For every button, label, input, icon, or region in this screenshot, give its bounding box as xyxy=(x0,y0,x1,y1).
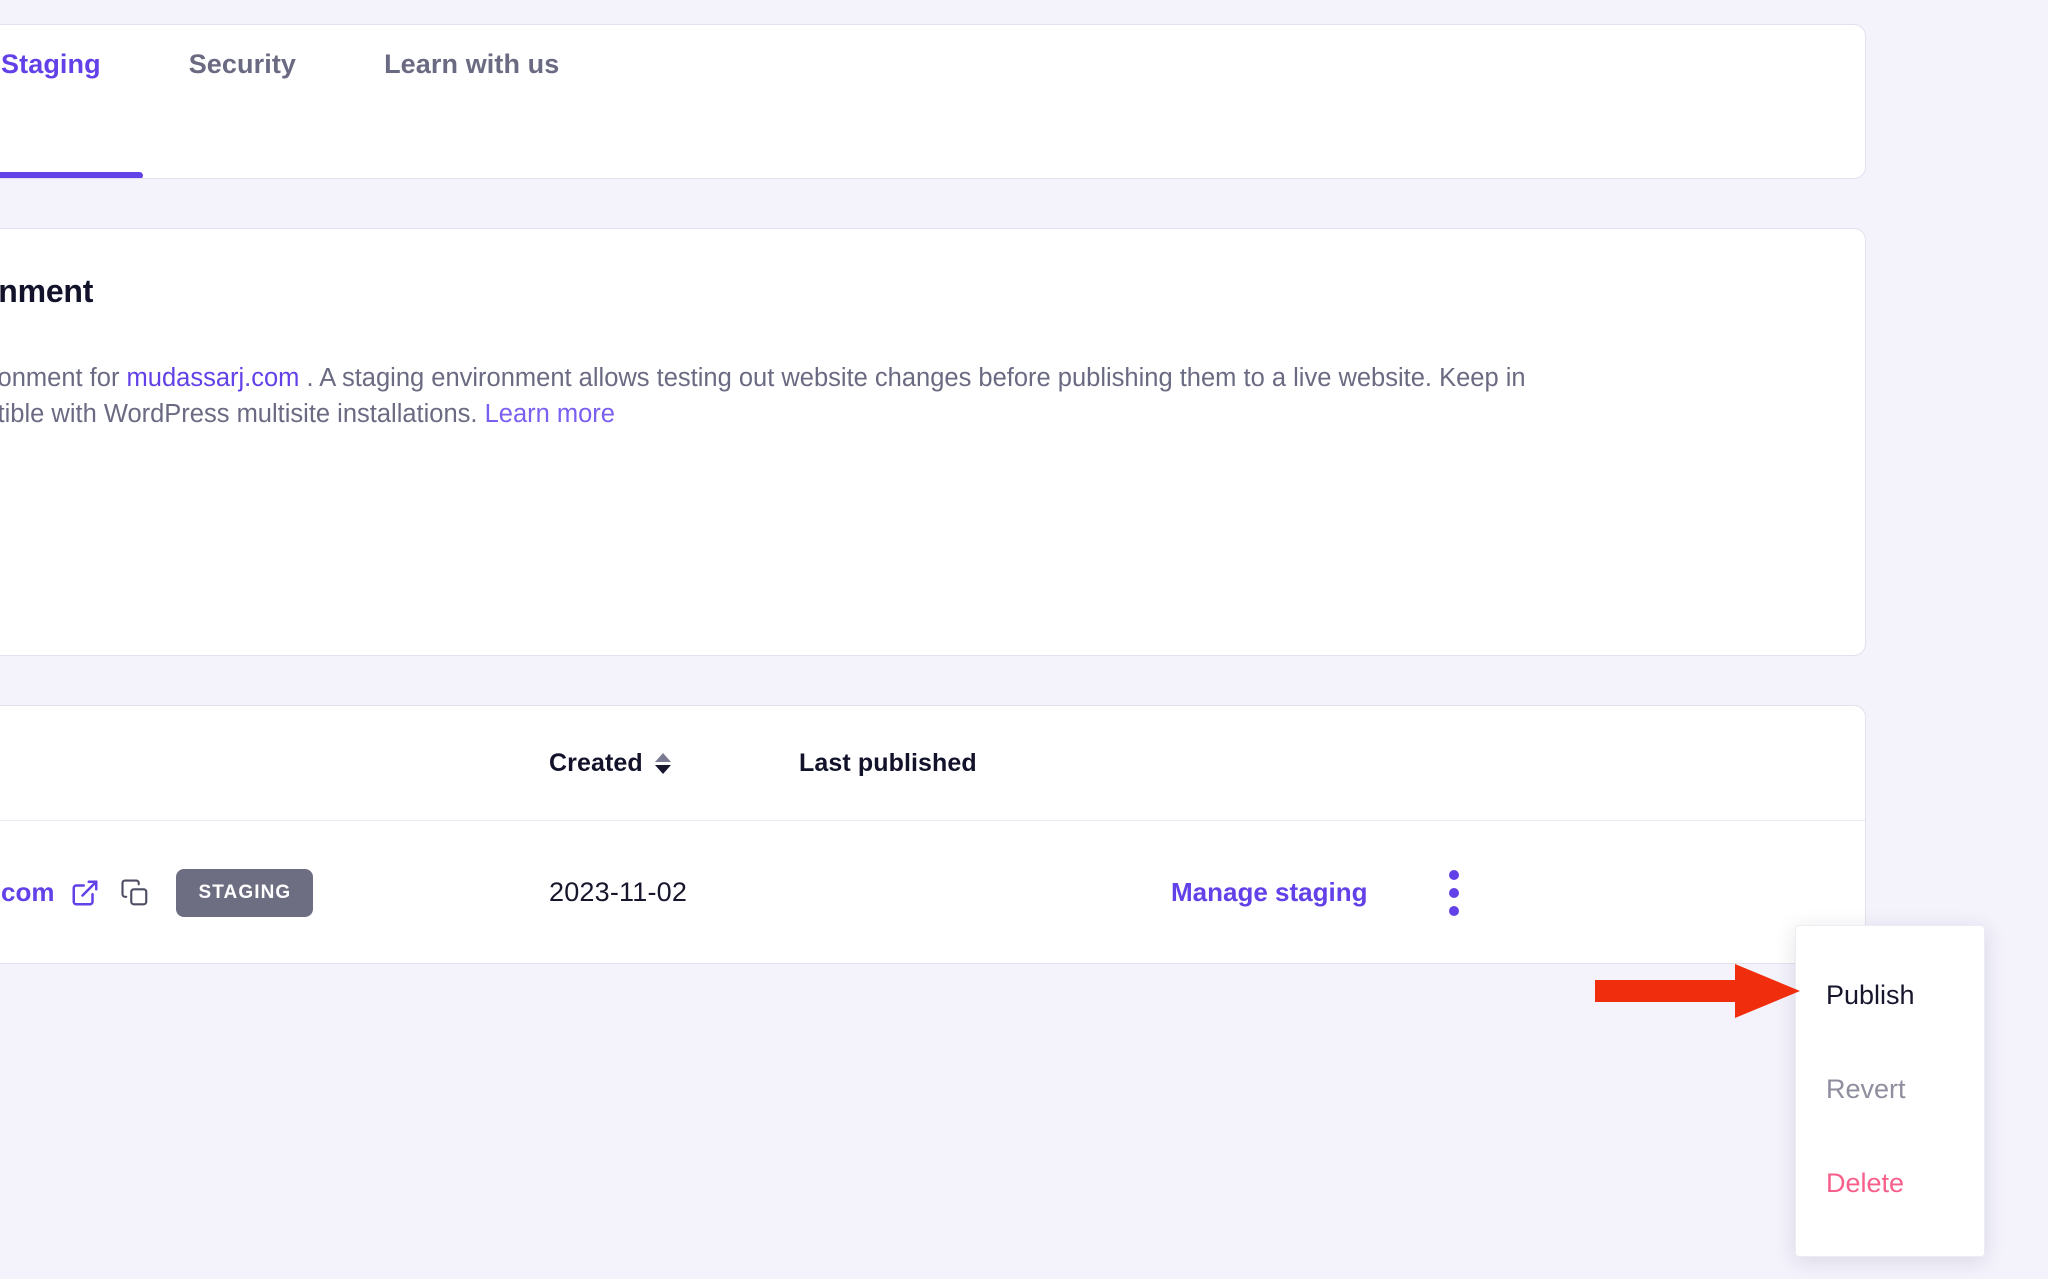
table-header-row: Created Last published xyxy=(0,706,1865,821)
table-row: com STAGING 2023-11-02 Manage staging xyxy=(0,821,1865,963)
tab-security[interactable]: Security xyxy=(188,25,297,178)
external-link-icon[interactable] xyxy=(70,878,100,908)
tab-learn-with-us[interactable]: Learn with us xyxy=(384,25,560,178)
staging-page: Staging Security Learn with us nvironmen… xyxy=(0,0,2048,1279)
table-cell-manage: Manage staging xyxy=(1171,821,1367,963)
environments-table-card: Created Last published com STAGING 2023-… xyxy=(0,705,1866,964)
menu-item-delete[interactable]: Delete xyxy=(1796,1136,1984,1230)
table-header-created-label: Created xyxy=(549,748,643,777)
menu-item-revert[interactable]: Revert xyxy=(1796,1042,1984,1136)
page-title: nvironment xyxy=(0,273,94,309)
annotation-arrow-icon xyxy=(1595,964,1800,1018)
tabs-card: Staging Security Learn with us xyxy=(0,24,1866,179)
menu-item-publish[interactable]: Publish xyxy=(1796,948,1984,1042)
status-badge: STAGING xyxy=(176,868,314,917)
learn-more-link[interactable]: Learn more xyxy=(485,400,615,428)
staging-environment-card: nvironment g environment for mudassarj.c… xyxy=(0,228,1866,656)
tab-learn-with-us-label: Learn with us xyxy=(384,48,560,79)
table-cell-actions xyxy=(1443,821,1465,963)
description-text-before: g environment for xyxy=(0,364,120,392)
table-cell-created: 2023-11-02 xyxy=(549,877,688,907)
kebab-menu-icon[interactable] xyxy=(1443,864,1465,922)
table-header-last-published: Last published xyxy=(799,748,977,777)
sort-updown-icon[interactable] xyxy=(654,752,671,774)
table-header-created[interactable]: Created xyxy=(549,706,671,820)
row-actions-dropdown: Publish Revert Delete xyxy=(1795,925,1985,1257)
table-cell-site: com STAGING xyxy=(1,821,314,963)
site-link[interactable]: com xyxy=(1,877,54,908)
tab-security-label: Security xyxy=(188,48,297,79)
tab-staging-label: Staging xyxy=(1,48,101,79)
environment-description: g environment for mudassarj.com . A stag… xyxy=(0,360,1601,432)
site-domain-link[interactable]: mudassarj.com xyxy=(127,364,300,392)
tab-staging[interactable]: Staging xyxy=(0,25,143,178)
manage-staging-link[interactable]: Manage staging xyxy=(1171,877,1367,908)
copy-icon[interactable] xyxy=(120,878,150,908)
tab-bar: Staging Security Learn with us xyxy=(0,25,647,178)
